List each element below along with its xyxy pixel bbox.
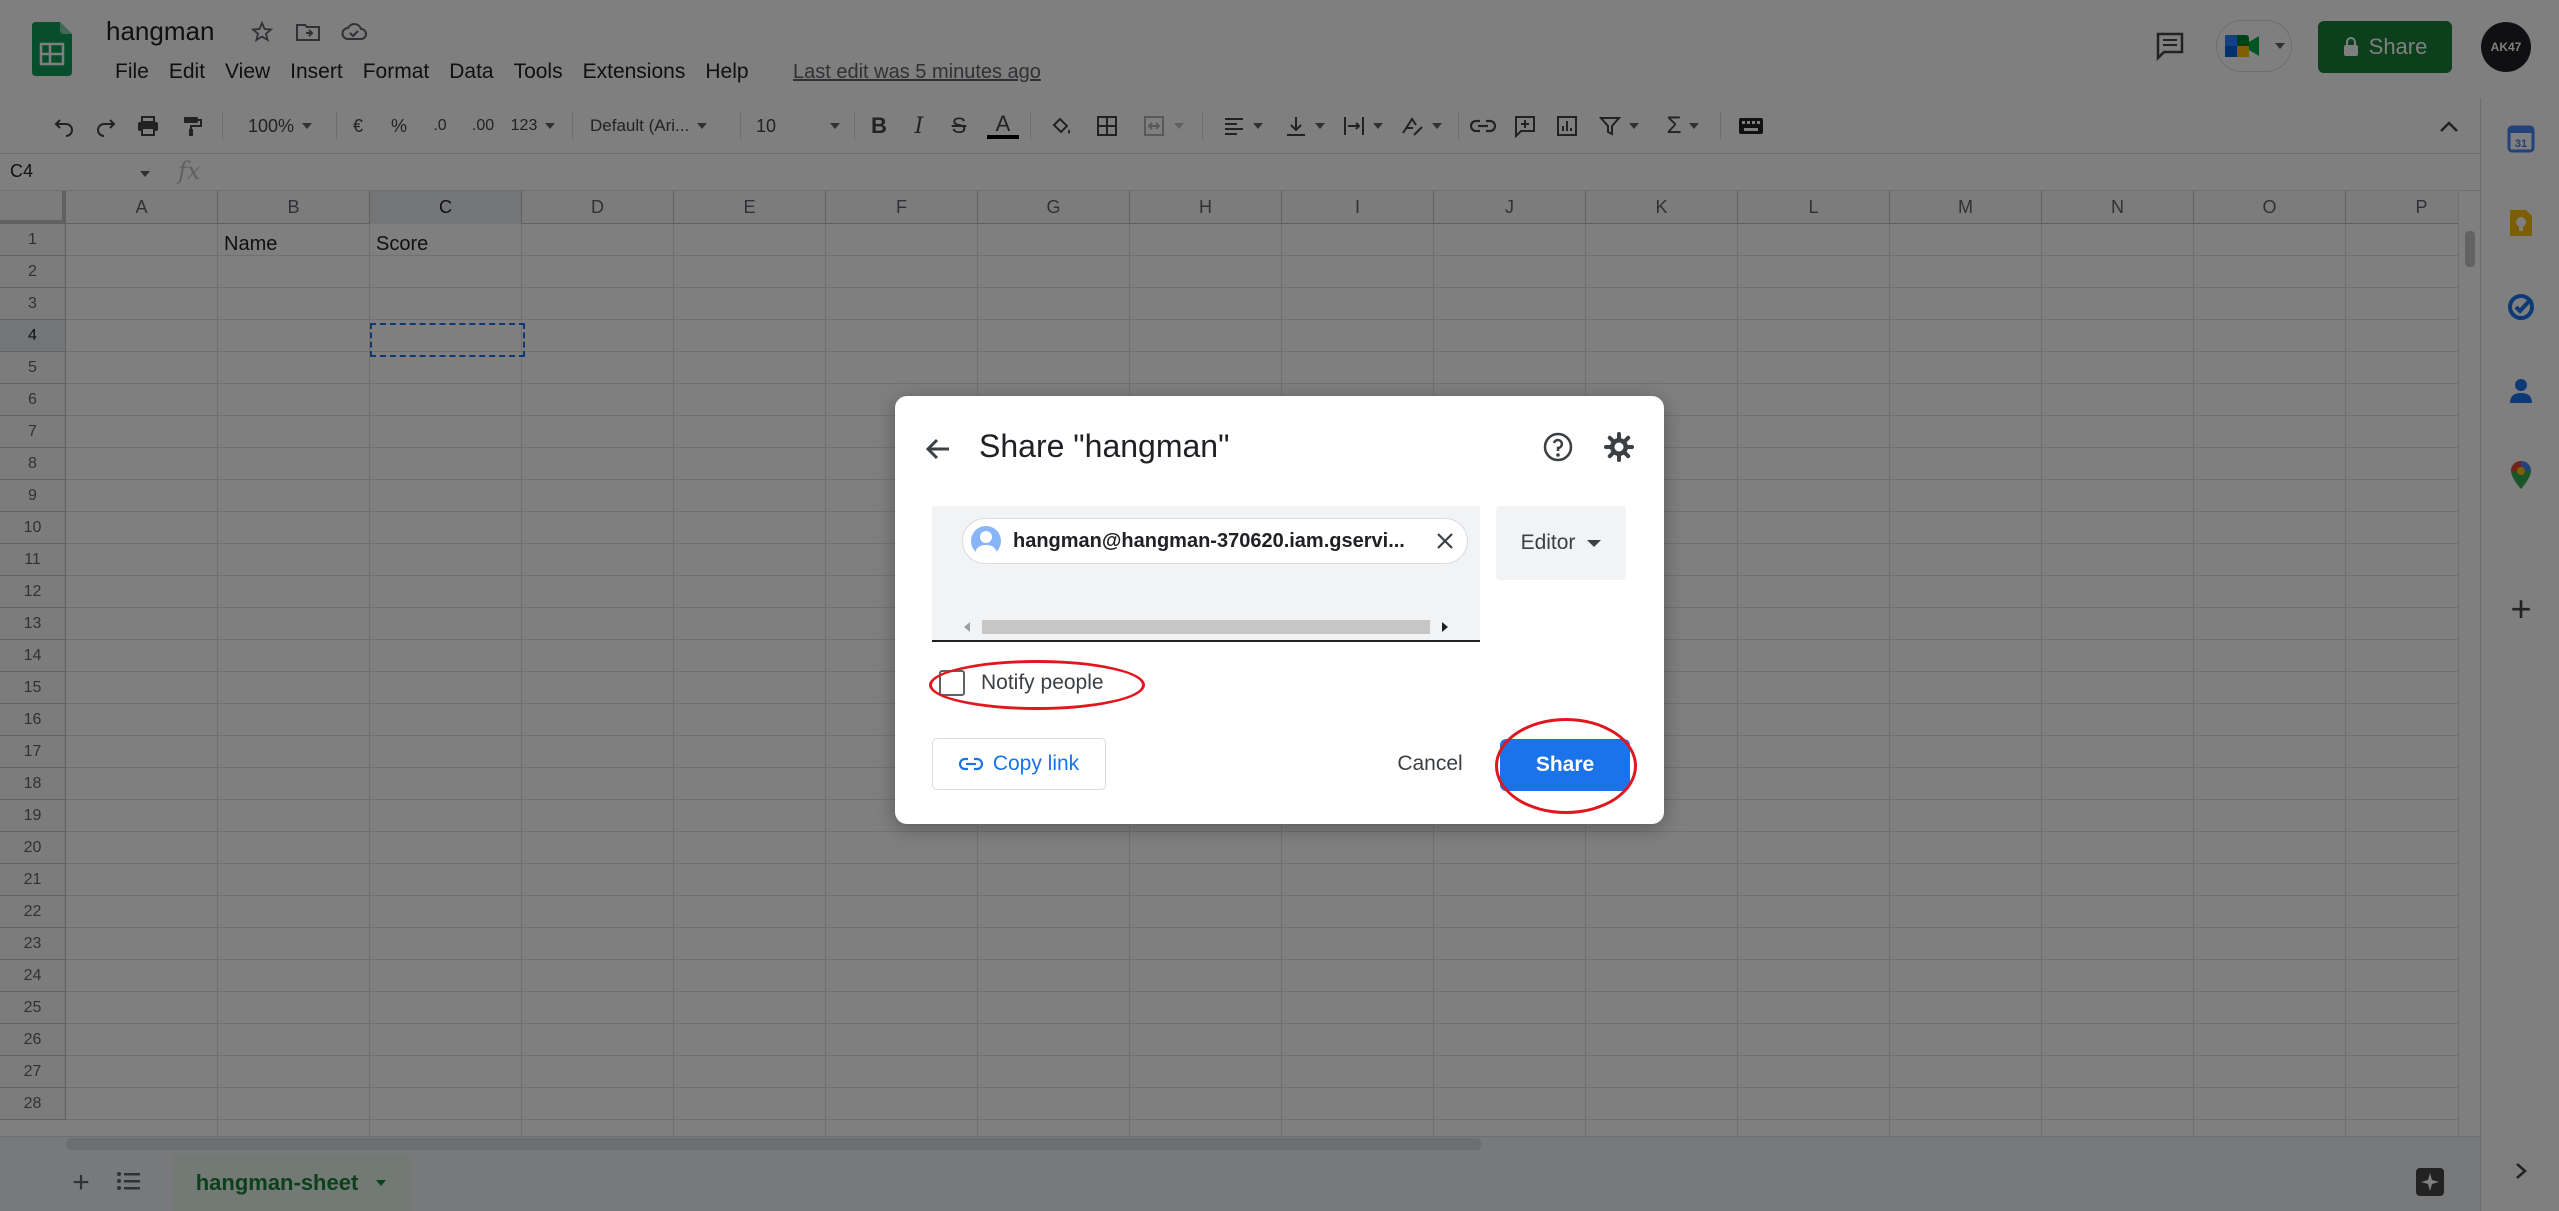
settings-gear-icon[interactable] [1603,431,1635,463]
chevron-down-icon [1587,539,1602,547]
role-value: Editor [1520,531,1576,554]
annotation-circle-notify [929,660,1145,710]
help-icon[interactable] [1542,431,1574,463]
recipient-horizontal-scrollbar[interactable] [962,616,1450,636]
recipient-chip[interactable]: hangman@hangman-370620.iam.gservi... [962,518,1468,564]
role-select[interactable]: Editor [1496,506,1626,580]
back-arrow-icon[interactable] [921,432,955,466]
link-icon [958,757,983,771]
dialog-title: Share "hangman" [979,428,1230,464]
recipient-input-area[interactable]: hangman@hangman-370620.iam.gservi... [932,506,1480,642]
recipient-scroll-thumb[interactable] [982,620,1430,634]
share-dialog: Share "hangman" hangman@hangman-370620.i… [895,396,1664,824]
cancel-button[interactable]: Cancel [1385,738,1475,790]
annotation-circle-share [1495,718,1637,814]
copy-link-label: Copy link [992,752,1080,775]
remove-recipient-icon[interactable] [1433,529,1457,553]
recipient-email: hangman@hangman-370620.iam.gservi... [1013,529,1405,552]
person-avatar-icon [971,526,1001,556]
copy-link-button[interactable]: Copy link [932,738,1106,790]
